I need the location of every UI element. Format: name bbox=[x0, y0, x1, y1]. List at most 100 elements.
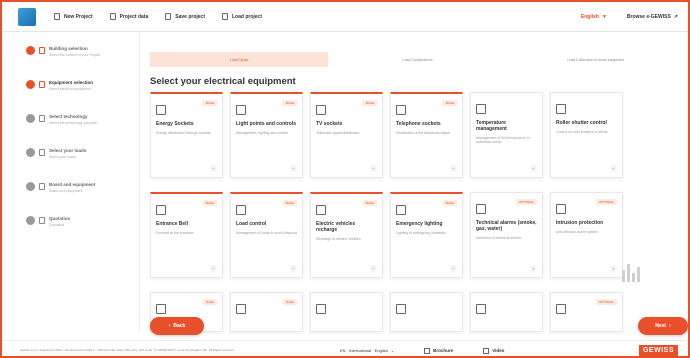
tab-load-types[interactable]: Load Types bbox=[150, 52, 329, 67]
equipment-card[interactable]: BASE Electric vehicles recharge Recharge o… bbox=[310, 192, 383, 278]
remove-icon[interactable]: − bbox=[370, 265, 377, 272]
equipment-card[interactable]: BASE bbox=[230, 292, 303, 332]
calendar-icon bbox=[156, 304, 166, 314]
equipment-card[interactable] bbox=[390, 292, 463, 332]
save-icon bbox=[165, 13, 172, 20]
brochure-icon bbox=[424, 347, 431, 354]
footer-language-selector[interactable]: EN · International · English ⌄ bbox=[340, 348, 394, 353]
add-icon[interactable]: + bbox=[530, 165, 537, 172]
remove-icon[interactable]: − bbox=[450, 265, 457, 272]
legal-note: Gewiss S.p.A. Registered Office: Via Ale… bbox=[20, 347, 235, 352]
save-project-button[interactable]: Save project bbox=[165, 13, 205, 20]
equipment-card[interactable]: OPTIONAL bbox=[550, 292, 623, 332]
person-icon: ▼ bbox=[601, 13, 607, 20]
step-status-icon bbox=[26, 46, 35, 55]
video-icon bbox=[483, 347, 490, 354]
step-desc: Board and equipment bbox=[49, 189, 83, 193]
chevron-left-icon: ‹ bbox=[168, 323, 171, 329]
step-building-selection[interactable]: Building selection Select the context of… bbox=[2, 46, 139, 80]
equipment-card[interactable] bbox=[310, 292, 383, 332]
remove-icon[interactable]: − bbox=[290, 165, 297, 172]
app-frame: New Project Project data Save project Lo… bbox=[0, 0, 690, 358]
back-button[interactable]: ‹ Back bbox=[150, 317, 204, 335]
add-icon[interactable]: + bbox=[610, 265, 617, 272]
card-description: Control of roller shutters or blinds bbox=[556, 129, 608, 134]
video-label: Video bbox=[492, 348, 505, 353]
card-badge: OPTIONAL bbox=[595, 199, 617, 205]
card-title: Light points and controls bbox=[236, 121, 296, 127]
building-icon bbox=[39, 47, 45, 54]
card-badge: BASE bbox=[362, 200, 377, 206]
remove-icon[interactable]: − bbox=[290, 265, 297, 272]
card-title: Entrance Bell bbox=[156, 221, 188, 227]
step-title: Quotation bbox=[49, 216, 71, 221]
card-title: Roller shutter control bbox=[556, 120, 607, 126]
equipment-card[interactable]: BASE Load control Management of loads to a… bbox=[230, 192, 303, 278]
language-label: English bbox=[580, 13, 599, 20]
equipment-card[interactable]: BASE Energy Sockets Energy distribution th… bbox=[150, 92, 223, 178]
loads-icon bbox=[39, 149, 45, 156]
footer: Gewiss S.p.A. Registered Office: Via Ale… bbox=[2, 340, 688, 356]
brochure-link[interactable]: Brochure bbox=[424, 347, 453, 354]
card-description: Energy distribution through sockets bbox=[156, 130, 211, 135]
step-desc: Select the context of your Project bbox=[49, 53, 101, 57]
card-badge: BASE bbox=[282, 100, 297, 106]
new-project-button[interactable]: New Project bbox=[54, 13, 93, 20]
top-bar: New Project Project data Save project Lo… bbox=[2, 2, 688, 32]
load-project-button[interactable]: Load project bbox=[222, 13, 262, 20]
project-data-button[interactable]: Project data bbox=[109, 13, 148, 20]
equipment-card[interactable]: BASE TV sockets Television signal distribu… bbox=[310, 92, 383, 178]
tv-icon bbox=[316, 105, 326, 115]
card-title: Load control bbox=[236, 221, 267, 227]
card-title: Emergency lighting bbox=[396, 221, 443, 227]
step-title: Board and equipment bbox=[49, 182, 96, 187]
remove-icon[interactable]: − bbox=[450, 165, 457, 172]
equipment-card[interactable]: BASE Light points and controls Management,… bbox=[230, 92, 303, 178]
equipment-icon bbox=[39, 81, 45, 88]
card-badge: BASE bbox=[282, 200, 297, 206]
card-description: Anti-intrusion alarm system bbox=[556, 229, 599, 234]
equipment-card[interactable]: BASE Entrance Bell Doorbell at the entranc… bbox=[150, 192, 223, 278]
language-selector[interactable]: English ▼ bbox=[581, 14, 607, 20]
add-icon[interactable]: + bbox=[530, 265, 537, 272]
load-project-label: Load project bbox=[232, 13, 263, 20]
equipment-card[interactable]: Temperature management Management of the … bbox=[470, 92, 543, 178]
video-link[interactable]: Video bbox=[483, 347, 505, 354]
bulb-icon bbox=[236, 105, 246, 115]
card-badge: BASE bbox=[442, 100, 457, 106]
equipment-card[interactable]: BASE Telephone sockets Distribution of the… bbox=[390, 92, 463, 178]
step-quotation[interactable]: Quotation Quotation bbox=[2, 216, 139, 250]
panel-icon bbox=[236, 304, 246, 314]
card-title: Intrusion protection bbox=[556, 220, 604, 226]
app-logo bbox=[18, 7, 36, 26]
equipment-card[interactable]: BASE Emergency lighting Lighting in emerge… bbox=[390, 192, 463, 278]
step-select-technology[interactable]: Select technology Select the technology … bbox=[2, 114, 139, 148]
card-badge: BASE bbox=[202, 100, 217, 106]
ev-icon bbox=[316, 205, 326, 215]
tab-load-collocation[interactable]: Load Collocation in home equipment bbox=[507, 52, 685, 67]
gewiss-logo: GEWISS bbox=[638, 345, 678, 356]
card-badge: BASE bbox=[442, 200, 457, 206]
equipment-card[interactable]: Roller shutter control Control of roller … bbox=[550, 92, 623, 178]
remove-icon[interactable]: − bbox=[210, 165, 217, 172]
step-equipment-selection[interactable]: Equipment selection Select electrical eq… bbox=[2, 80, 139, 114]
equipment-card[interactable]: OPTIONAL Intrusion protection Anti-intrusi… bbox=[550, 192, 623, 278]
step-desc: Select your loads bbox=[49, 155, 76, 159]
thermometer-icon bbox=[476, 104, 486, 114]
load-icon bbox=[236, 205, 246, 215]
remove-icon[interactable]: − bbox=[370, 165, 377, 172]
equipment-card[interactable]: OPTIONAL Technical alarms (smoke, gas, wa… bbox=[470, 192, 543, 278]
tab-load-combinations[interactable]: Load Combinations bbox=[328, 52, 506, 67]
remove-icon[interactable]: − bbox=[210, 265, 217, 272]
next-button[interactable]: Next › bbox=[638, 317, 688, 335]
browse-gewiss-link[interactable]: Browse e-GEWISS ↗ bbox=[627, 14, 678, 20]
file-icon bbox=[54, 13, 60, 20]
blank-icon bbox=[316, 304, 326, 314]
add-icon[interactable]: + bbox=[610, 165, 617, 172]
card-title: Technical alarms (smoke, gas, water) bbox=[476, 220, 537, 232]
equipment-card[interactable] bbox=[470, 292, 543, 332]
card-description: Distribution of the telephone signal bbox=[396, 130, 450, 135]
step-select-loads[interactable]: Select your loads Select your loads bbox=[2, 148, 139, 182]
socket-icon bbox=[156, 105, 166, 115]
step-board-equipment[interactable]: Board and equipment Board and equipment bbox=[2, 182, 139, 216]
